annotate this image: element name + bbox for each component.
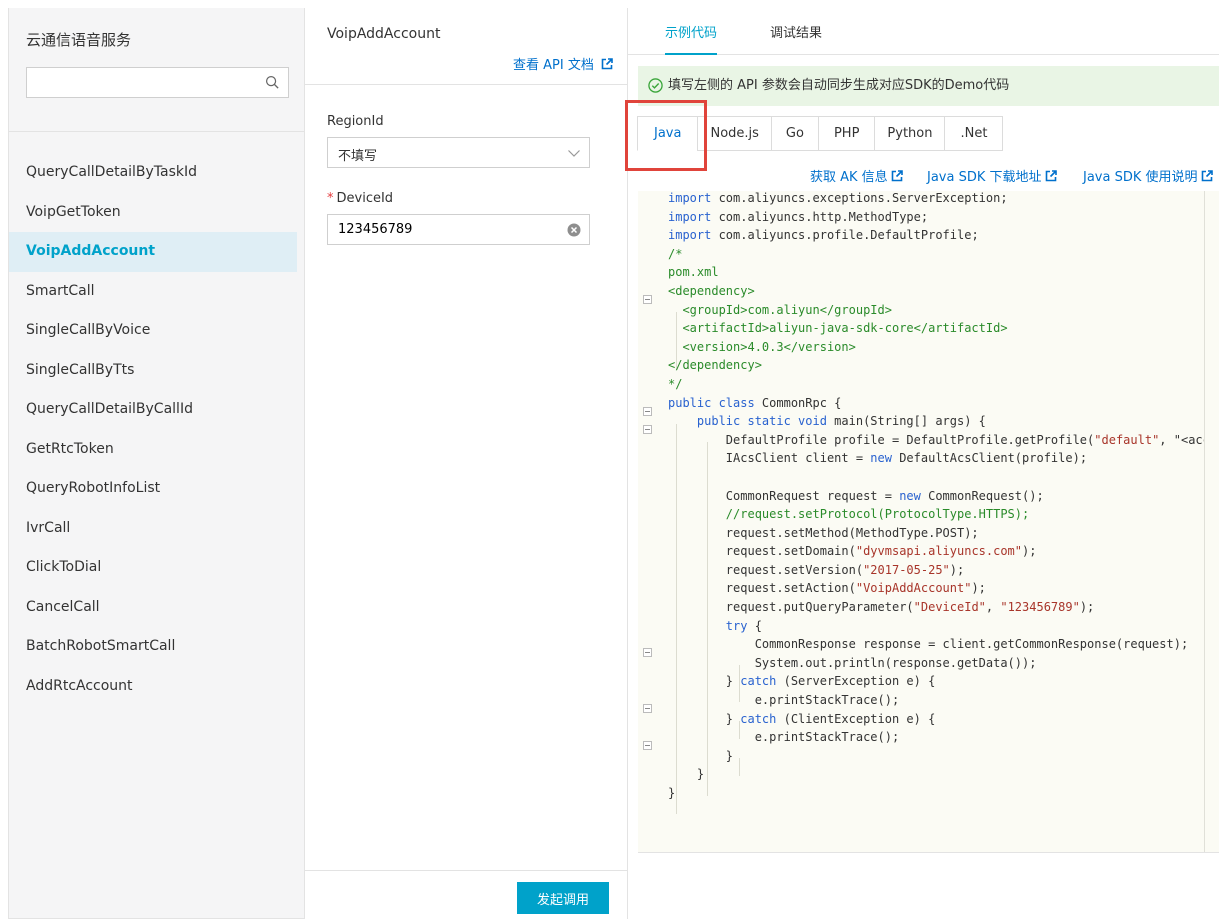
external-link-icon xyxy=(1201,170,1213,182)
api-sidebar: 云通信语音服务 QueryCallDetailByTaskId VoipGetT… xyxy=(8,8,305,919)
fold-toggle[interactable] xyxy=(643,295,652,304)
sidebar-divider xyxy=(9,131,305,132)
sidebar-item-singlecallbyvoice[interactable]: SingleCallByVoice xyxy=(9,311,305,351)
lang-tab-nodejs[interactable]: Node.js xyxy=(697,116,772,151)
language-tabs: Java Node.js Go PHP Python .Net xyxy=(637,116,1004,151)
code-editor[interactable]: import com.aliyuncs.exceptions.ServerExc… xyxy=(638,191,1219,853)
sidebar-item-clicktodial[interactable]: ClickToDial xyxy=(9,548,305,588)
device-id-input[interactable] xyxy=(328,215,558,244)
sidebar-item-batchrobotsmartcall[interactable]: BatchRobotSmartCall xyxy=(9,627,305,667)
ak-info-link[interactable]: 获取 AK 信息 xyxy=(810,166,903,185)
parameter-form-panel: VoipAddAccount 查看 API 文档 RegionId 不填写 * D… xyxy=(305,8,628,919)
api-name-title: VoipAddAccount xyxy=(327,26,441,42)
sdk-download-link-label: Java SDK 下载地址 xyxy=(927,170,1042,185)
fold-toggle[interactable] xyxy=(643,425,652,434)
device-id-field[interactable] xyxy=(327,214,590,245)
invoke-button[interactable]: 发起调用 xyxy=(517,882,609,914)
sidebar-item-voipaddaccount[interactable]: VoipAddAccount xyxy=(9,232,297,272)
fold-toggle[interactable] xyxy=(643,407,652,416)
code-scrollbar[interactable] xyxy=(1204,191,1219,852)
sdk-usage-link-label: Java SDK 使用说明 xyxy=(1083,170,1198,185)
ak-info-link-label: 获取 AK 信息 xyxy=(810,170,888,185)
sidebar-item-voipgettoken[interactable]: VoipGetToken xyxy=(9,193,305,233)
lang-tab-java[interactable]: Java xyxy=(637,116,699,151)
sidebar-item-querycalldetailbytaskid[interactable]: QueryCallDetailByTaskId xyxy=(9,153,305,193)
sidebar-item-queryrobotinfolist[interactable]: QueryRobotInfoList xyxy=(9,469,305,509)
tab-sample-code[interactable]: 示例代码 xyxy=(665,22,718,55)
api-doc-link-label: 查看 API 文档 xyxy=(513,58,594,73)
sidebar-item-ivrcall[interactable]: IvrCall xyxy=(9,509,305,549)
lang-tab-dotnet[interactable]: .Net xyxy=(944,116,1004,151)
device-id-label: * DeviceId xyxy=(327,191,393,206)
region-id-value: 不填写 xyxy=(338,149,378,164)
sidebar-item-singlecallbytts[interactable]: SingleCallByTts xyxy=(9,351,305,391)
sidebar-item-smartcall[interactable]: SmartCall xyxy=(9,272,305,312)
sidebar-item-cancelcall[interactable]: CancelCall xyxy=(9,588,305,628)
lang-tab-python[interactable]: Python xyxy=(874,116,946,151)
lang-tab-go[interactable]: Go xyxy=(770,116,819,151)
lang-tab-php[interactable]: PHP xyxy=(817,116,876,151)
form-footer-divider xyxy=(305,870,627,871)
check-circle-icon xyxy=(648,78,663,93)
region-id-label: RegionId xyxy=(327,114,384,129)
fold-toggle[interactable] xyxy=(643,741,652,750)
external-link-icon xyxy=(1045,170,1057,182)
sidebar-title: 云通信语音服务 xyxy=(26,31,132,49)
api-search-box[interactable] xyxy=(26,67,289,98)
chevron-down-icon xyxy=(568,150,580,157)
external-link-icon xyxy=(891,170,903,182)
api-doc-link[interactable]: 查看 API 文档 xyxy=(513,54,613,73)
code-snippet: import com.aliyuncs.exceptions.ServerExc… xyxy=(668,191,1219,800)
api-search-input[interactable] xyxy=(27,68,257,97)
sdk-usage-link[interactable]: Java SDK 使用说明 xyxy=(1083,166,1213,185)
sync-notice-text: 填写左侧的 API 参数会自动同步生成对应SDK的Demo代码 xyxy=(668,78,1010,93)
region-id-select[interactable]: 不填写 xyxy=(327,137,590,168)
result-tabs: 示例代码 调试结果 xyxy=(628,8,1219,55)
tab-debug-result[interactable]: 调试结果 xyxy=(770,22,822,55)
clear-icon[interactable] xyxy=(567,223,581,237)
search-icon[interactable] xyxy=(265,75,280,90)
sidebar-item-getrtctoken[interactable]: GetRtcToken xyxy=(9,430,305,470)
fold-toggle[interactable] xyxy=(643,704,652,713)
form-divider xyxy=(305,84,627,85)
sync-notice: 填写左侧的 API 参数会自动同步生成对应SDK的Demo代码 xyxy=(638,66,1219,106)
api-list: QueryCallDetailByTaskId VoipGetToken Voi… xyxy=(9,153,305,706)
fold-toggle[interactable] xyxy=(643,648,652,657)
code-panel: 示例代码 调试结果 填写左侧的 API 参数会自动同步生成对应SDK的Demo代… xyxy=(625,8,1219,919)
external-link-icon xyxy=(601,58,613,70)
sdk-download-link[interactable]: Java SDK 下载地址 xyxy=(927,166,1057,185)
sidebar-item-addrtcaccount[interactable]: AddRtcAccount xyxy=(9,667,305,707)
device-id-label-text: DeviceId xyxy=(336,191,394,206)
sidebar-item-querycalldetailbycallid[interactable]: QueryCallDetailByCallId xyxy=(9,390,305,430)
sdk-links: 获取 AK 信息 Java SDK 下载地址 Java SDK 使用说明 xyxy=(628,166,1219,186)
required-icon: * xyxy=(327,191,334,206)
